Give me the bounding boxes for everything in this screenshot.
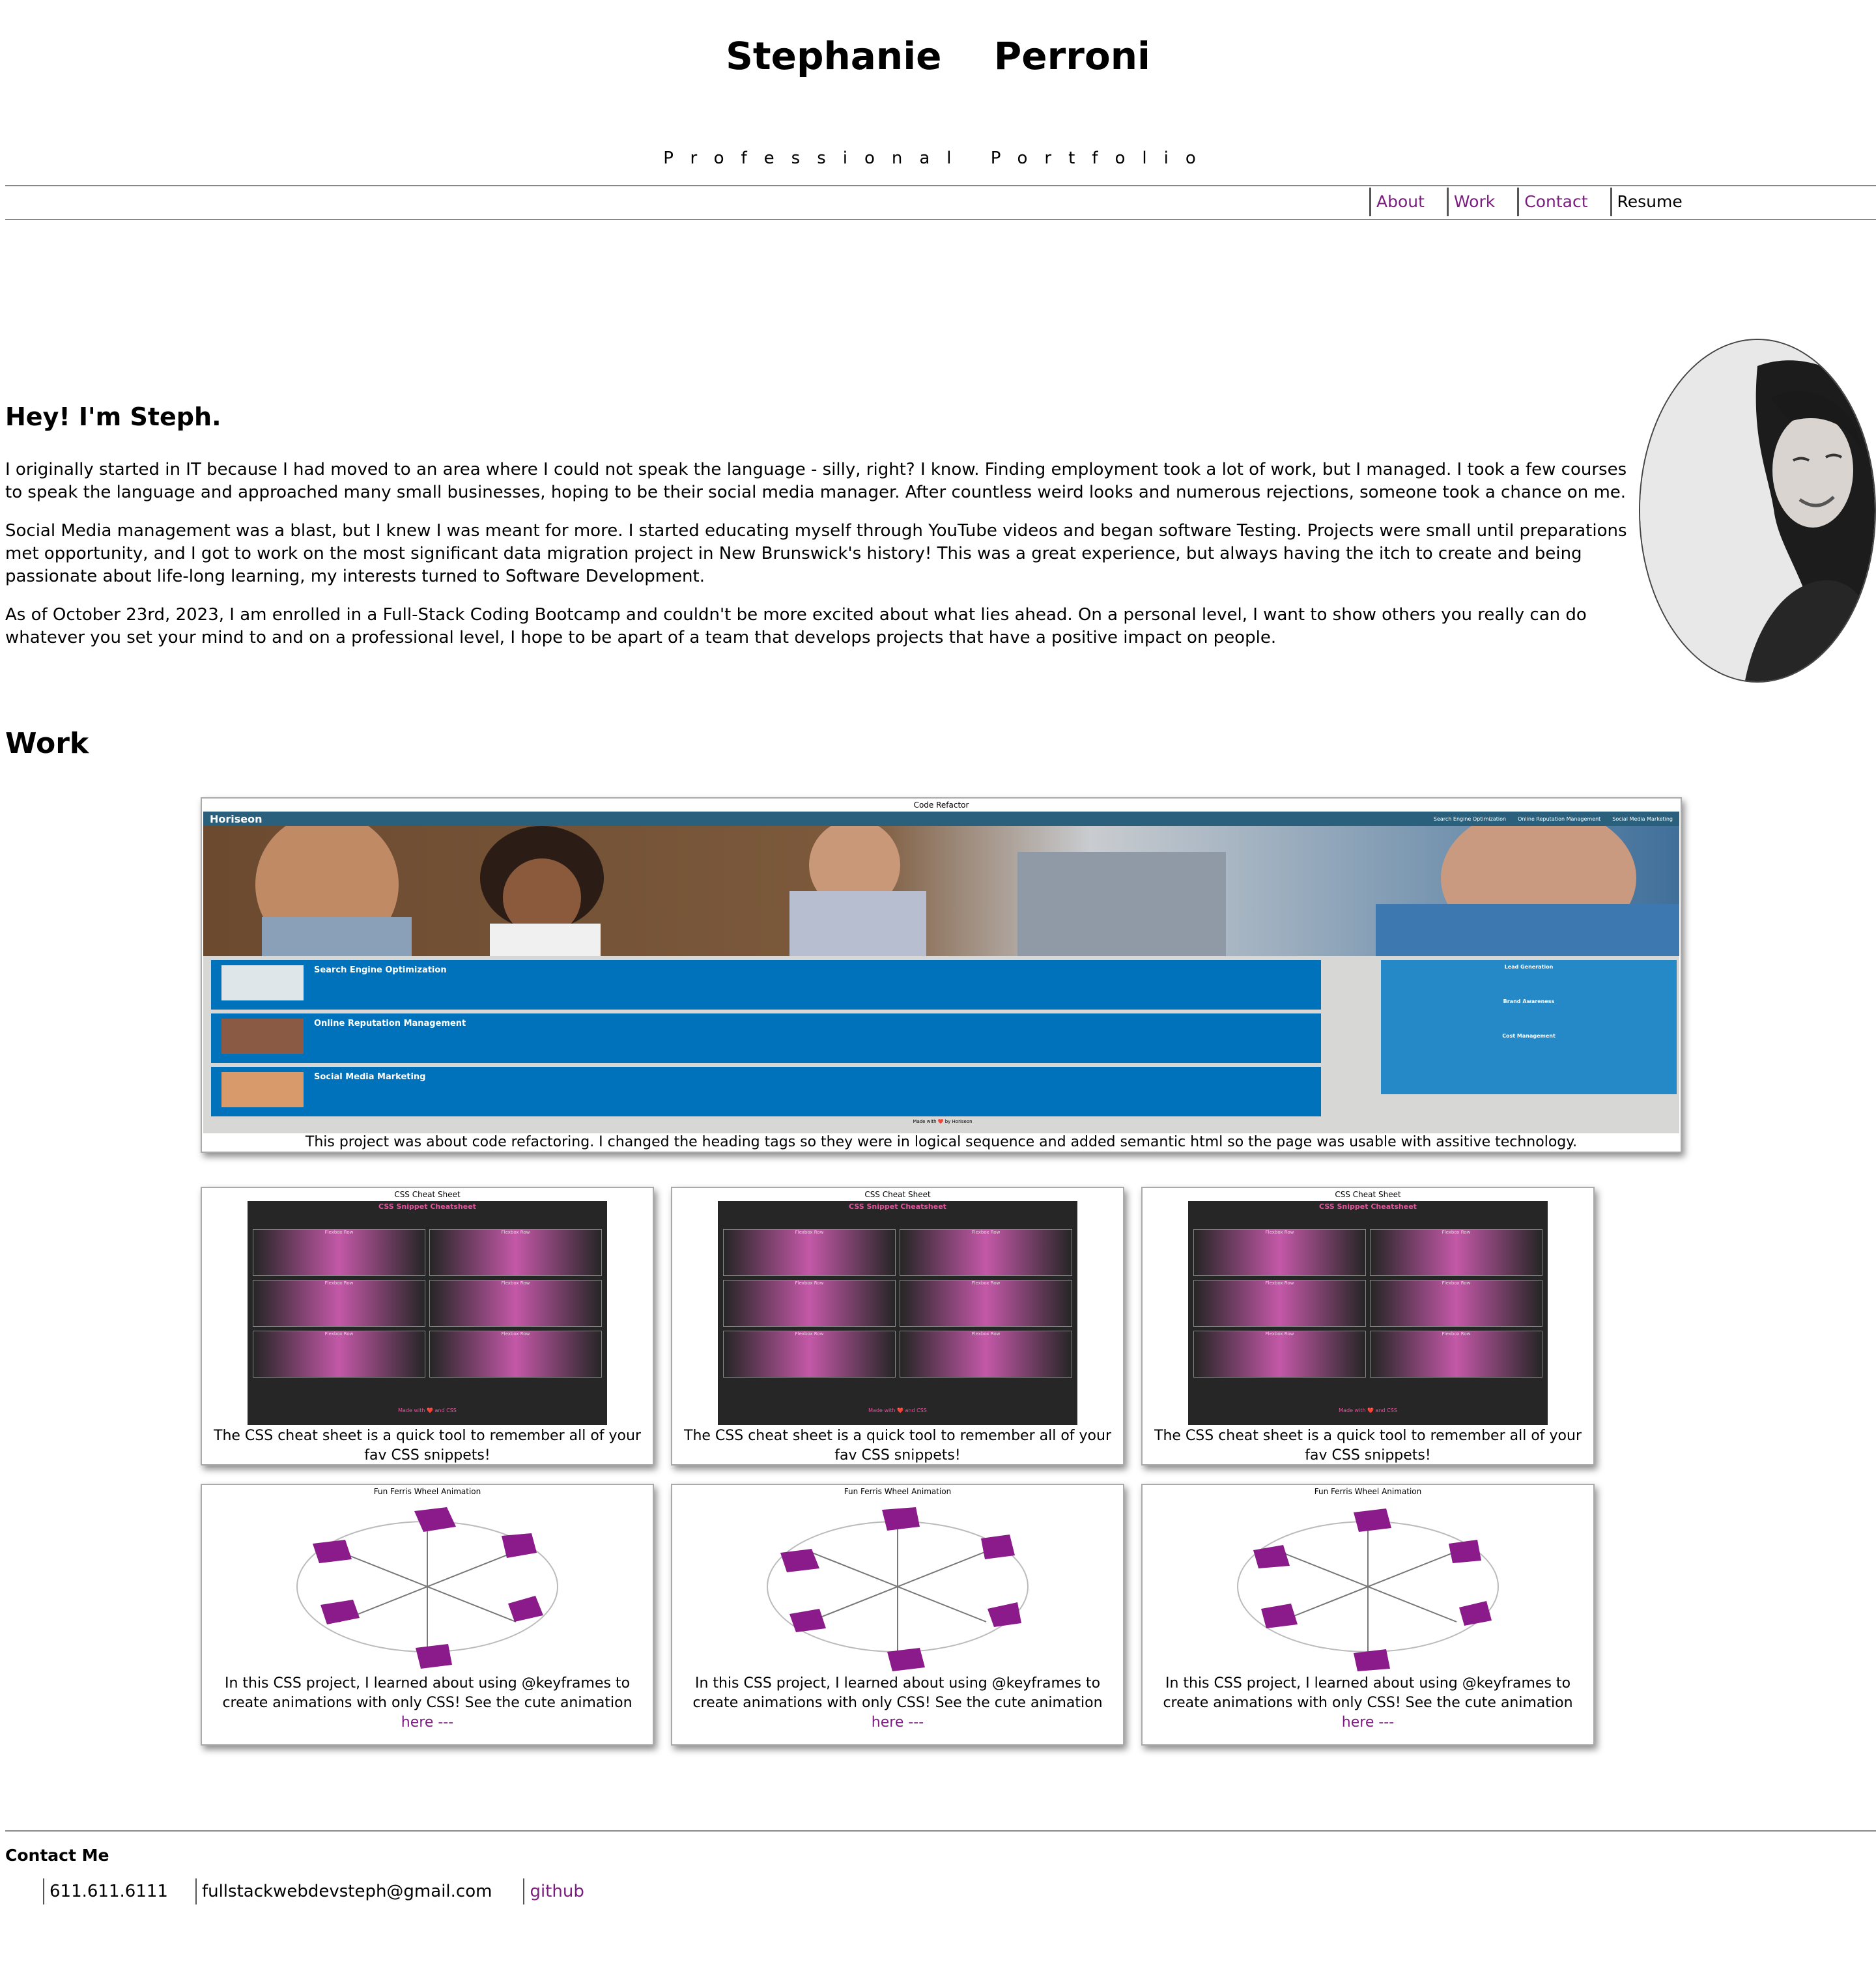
project-title: Fun Ferris Wheel Animation [844, 1487, 952, 1496]
site-name: Stephanie Perroni [726, 34, 1150, 78]
preview-benefit-title: Brand Awareness [1503, 998, 1555, 1004]
nav-about-link[interactable]: About [1369, 188, 1430, 216]
preview-hero-image [203, 826, 1679, 956]
preview-benefit-title: Lead Generation [1504, 964, 1554, 970]
project-description: The CSS cheat sheet is a quick tool to r… [214, 1428, 641, 1464]
contact-email[interactable]: fullstackwebdevsteph@gmail.com [195, 1878, 497, 1904]
project-description: The CSS cheat sheet is a quick tool to r… [684, 1428, 1111, 1464]
preview-row: Flexbox Row [429, 1331, 602, 1378]
preview-nav-item: Online Reputation Management [1518, 815, 1601, 822]
ferris-wheel-preview[interactable] [202, 1498, 653, 1674]
profile-photo [1639, 339, 1876, 683]
nav-work-link[interactable]: Work [1446, 188, 1500, 216]
preview-footer: Made with ❤️ and CSS [868, 1408, 927, 1413]
project-screenshot[interactable]: Horiseon Search Engine Optimization Onli… [203, 812, 1679, 1133]
header-divider-top [5, 185, 1876, 186]
preview-title: CSS Snippet Cheatsheet [378, 1202, 476, 1211]
ferris-animation-link[interactable]: here --- [672, 1713, 1123, 1733]
preview-content: Search Engine Optimization Online Reputa… [203, 956, 1679, 1132]
ferris-animation-link[interactable]: here --- [1143, 1713, 1593, 1733]
preview-header-bar: Horiseon Search Engine Optimization Onli… [203, 812, 1679, 826]
preview-row: Flexbox Row [1370, 1229, 1542, 1276]
project-card-ferris-wheel[interactable]: Fun Ferris Wheel Animation In this CSS p… [1141, 1484, 1595, 1746]
preview-row: Flexbox Row [723, 1280, 896, 1327]
preview-row: Flexbox Row [1193, 1280, 1366, 1327]
preview-row: Flexbox Row [900, 1280, 1072, 1327]
project-card-code-refactor[interactable]: Code Refactor Horiseon Search Engine Opt… [201, 797, 1682, 1153]
preview-nav-item: Social Media Marketing [1612, 815, 1673, 822]
project-description: In this CSS project, I learned about usi… [692, 1675, 1103, 1711]
profile-photo-illustration [1640, 340, 1875, 681]
ferris-animation-link[interactable]: here --- [202, 1713, 653, 1733]
preview-footer: Made with ❤️ and CSS [1339, 1408, 1397, 1413]
project-card-css-cheat-sheet[interactable]: CSS Cheat Sheet CSS Snippet Cheatsheet F… [201, 1187, 654, 1465]
project-title: CSS Cheat Sheet [864, 1190, 931, 1199]
preview-row: Flexbox Row [253, 1229, 425, 1276]
ferris-wheel-preview[interactable] [1143, 1498, 1593, 1674]
preview-section-title: Social Media Marketing [314, 1072, 426, 1082]
preview-footer: Made with ❤️ by Horiseon [913, 1119, 973, 1124]
project-screenshot[interactable]: CSS Snippet Cheatsheet Flexbox Row Flexb… [1188, 1201, 1548, 1425]
site-subtitle: Professional Portfolio [663, 149, 1213, 168]
project-title: Fun Ferris Wheel Animation [1314, 1487, 1422, 1496]
main-nav: About Work Contact Resume [1369, 188, 1688, 216]
header-divider-bottom [5, 219, 1876, 220]
project-card-css-cheat-sheet[interactable]: CSS Cheat Sheet CSS Snippet Cheatsheet F… [671, 1187, 1124, 1465]
preview-benefit-title: Cost Management [1502, 1033, 1556, 1039]
contact-github-link[interactable]: github [523, 1878, 589, 1904]
preview-footer: Made with ❤️ and CSS [398, 1408, 457, 1413]
nav-resume-link[interactable]: Resume [1610, 188, 1688, 216]
preview-section-seo: Search Engine Optimization [211, 960, 1321, 1010]
preview-row: Flexbox Row [1370, 1280, 1542, 1327]
preview-row: Flexbox Row [429, 1229, 602, 1276]
preview-brand: Horiseon [210, 812, 263, 825]
work-heading: Work [5, 727, 89, 760]
about-paragraph-1: I originally started in IT because I had… [5, 460, 1627, 502]
contact-heading: Contact Me [5, 1846, 109, 1865]
preview-benefits: Lead Generation Brand Awareness Cost Man… [1381, 960, 1677, 1094]
preview-section-title: Search Engine Optimization [314, 965, 447, 975]
project-description: This project was about code refactoring.… [305, 1134, 1578, 1150]
footer-divider [5, 1830, 1876, 1832]
about-paragraph-3: As of October 23rd, 2023, I am enrolled … [5, 605, 1587, 647]
about-heading: Hey! I'm Steph. [5, 403, 221, 431]
preview-row: Flexbox Row [1193, 1331, 1366, 1378]
project-card-ferris-wheel[interactable]: Fun Ferris Wheel Animation In this CSS p… [201, 1484, 654, 1746]
nav-contact-link[interactable]: Contact [1517, 188, 1593, 216]
ferris-wheel-preview[interactable] [672, 1498, 1123, 1674]
contact-phone: 611.611.6111 [43, 1878, 173, 1904]
project-title: Fun Ferris Wheel Animation [373, 1487, 481, 1496]
preview-row: Flexbox Row [253, 1331, 425, 1378]
preview-title: CSS Snippet Cheatsheet [1319, 1202, 1417, 1211]
project-description: The CSS cheat sheet is a quick tool to r… [1154, 1428, 1582, 1464]
preview-section-orm: Online Reputation Management [211, 1013, 1321, 1063]
preview-row: Flexbox Row [723, 1229, 896, 1276]
preview-row: Flexbox Row [1193, 1229, 1366, 1276]
contact-list: 611.611.6111 fullstackwebdevsteph@gmail.… [43, 1878, 612, 1904]
preview-row: Flexbox Row [253, 1280, 425, 1327]
project-title: Code Refactor [913, 800, 969, 810]
preview-nav-item: Search Engine Optimization [1433, 815, 1507, 822]
about-paragraph-2: Social Media management was a blast, but… [5, 521, 1627, 586]
preview-title: CSS Snippet Cheatsheet [849, 1202, 946, 1211]
preview-row: Flexbox Row [429, 1280, 602, 1327]
project-title: CSS Cheat Sheet [1335, 1190, 1401, 1199]
preview-row: Flexbox Row [900, 1331, 1072, 1378]
project-description: In this CSS project, I learned about usi… [1163, 1675, 1573, 1711]
project-description: In this CSS project, I learned about usi… [222, 1675, 632, 1711]
about-text: I originally started in IT because I had… [5, 459, 1640, 665]
project-title: CSS Cheat Sheet [394, 1190, 461, 1199]
preview-row: Flexbox Row [900, 1229, 1072, 1276]
preview-section-title: Online Reputation Management [314, 1019, 466, 1028]
project-screenshot[interactable]: CSS Snippet Cheatsheet Flexbox Row Flexb… [248, 1201, 607, 1425]
project-screenshot[interactable]: CSS Snippet Cheatsheet Flexbox Row Flexb… [718, 1201, 1077, 1425]
project-card-css-cheat-sheet[interactable]: CSS Cheat Sheet CSS Snippet Cheatsheet F… [1141, 1187, 1595, 1465]
preview-row: Flexbox Row [1370, 1331, 1542, 1378]
project-card-ferris-wheel[interactable]: Fun Ferris Wheel Animation In this CSS p… [671, 1484, 1124, 1746]
preview-section-smm: Social Media Marketing [211, 1067, 1321, 1116]
preview-row: Flexbox Row [723, 1331, 896, 1378]
